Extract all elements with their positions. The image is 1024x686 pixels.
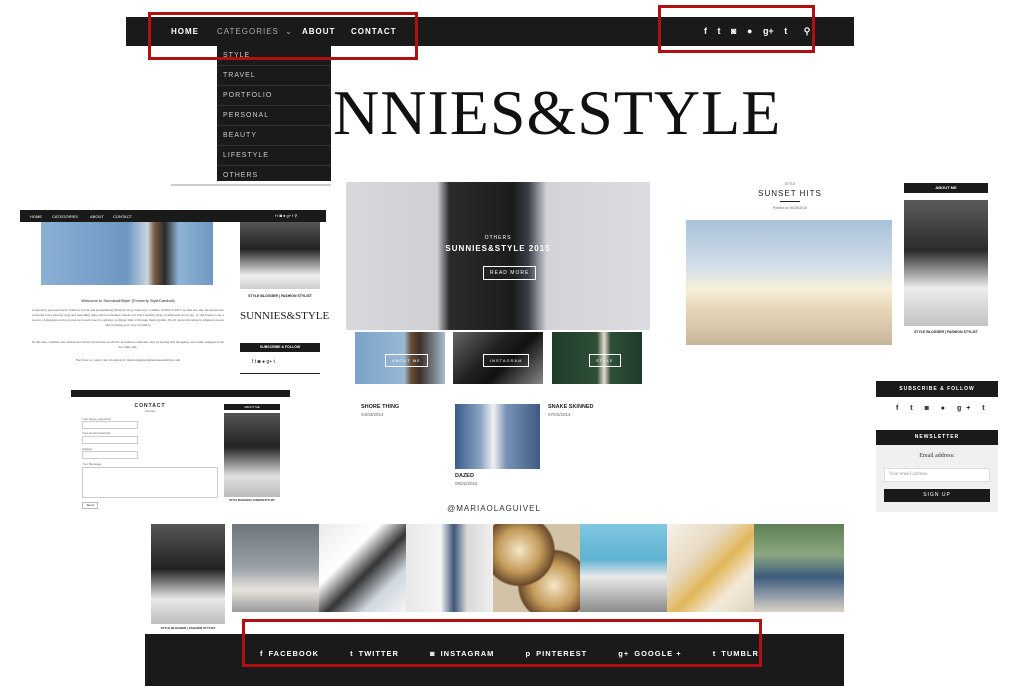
mini-sidebar-rule — [240, 373, 320, 374]
hero-category: OTHERS — [484, 235, 512, 241]
contact-field-name[interactable] — [82, 421, 138, 429]
contact-field-email-label: Your Email (required) — [82, 431, 111, 435]
tile-about-me-label: ABOUT ME — [385, 354, 428, 367]
right-post-title[interactable]: SUNSET HITS — [740, 189, 840, 198]
post-image-dazed[interactable] — [455, 404, 540, 469]
instagram-photo-1[interactable] — [232, 524, 319, 612]
contact-about-header: ABOUT ME — [224, 404, 280, 410]
mini-hero-photo — [41, 222, 213, 285]
post-title-snake-skinned[interactable]: SNAKE SKINNED — [548, 404, 594, 410]
subscribe-social-icons: f t ◙ ● g+ t — [896, 405, 990, 412]
sub-pinterest-icon[interactable]: ● — [941, 405, 950, 412]
instagram-handle[interactable]: @MARIAOLAGUIVEL — [420, 504, 568, 513]
mini-subscribe-header: SUBSCRIBE & FOLLOW — [240, 343, 320, 352]
categories-dropdown: STYLE TRAVEL PORTFOLIO PERSONAL BEAUTY L… — [217, 46, 331, 181]
contact-field-email[interactable] — [82, 436, 138, 444]
contact-field-subject[interactable] — [82, 451, 138, 459]
strip-profile-photo — [151, 524, 225, 624]
dropdown-item-beauty[interactable]: BEAUTY — [217, 126, 331, 146]
post-title-dazed[interactable]: DAZED — [455, 473, 474, 479]
strip-caption: STYLE BLOGGER | FASHION STYLIST — [160, 626, 216, 630]
mini-paragraph-2: In this site, Camille also shares her tr… — [32, 340, 224, 349]
mini-nav-categories[interactable]: CATEGORIES — [52, 214, 78, 219]
social-highlight-box — [658, 5, 815, 53]
sub-google-plus-icon[interactable]: g+ — [957, 405, 975, 412]
sub-instagram-icon[interactable]: ◙ — [925, 405, 934, 412]
contact-mini-nav — [71, 390, 290, 397]
right-post-divider — [780, 201, 800, 202]
contact-send-button[interactable]: Send — [82, 502, 98, 509]
right-post-image[interactable] — [686, 220, 892, 345]
mini-paragraph-1: A (mostly) personal style, fashion, trav… — [31, 308, 225, 327]
mini-sidebar-caption: STYLE BLOGGER | FASHION STYLIST — [248, 294, 312, 298]
tile-instagram-label: INSTAGRAM — [483, 354, 530, 367]
mini-subscribe-icons: f t ◙ ● g+ t — [252, 359, 275, 365]
mini-paragraph-3: Feel free to contact me via email at: ma… — [75, 358, 181, 362]
tile-about-me[interactable]: ABOUT ME — [355, 332, 445, 384]
right-post-date: Posted on 05/25/2015 — [772, 206, 808, 210]
mini-sidebar-photo — [240, 222, 320, 289]
hero-read-more-button[interactable]: READ MORE — [483, 266, 537, 280]
post-date-snake-skinned: 07/01/2014 — [548, 412, 571, 417]
mini-nav-contact[interactable]: CONTACT — [113, 214, 132, 219]
contact-about-caption: STYLE BLOGGER | FASHION STYLIST — [229, 499, 275, 502]
post-title-shore-thing[interactable]: SHORE THING — [361, 404, 399, 410]
contact-about-photo — [224, 413, 280, 497]
site-logo[interactable]: NNIES&STYLE — [333, 78, 781, 148]
sub-twitter-icon[interactable]: t — [910, 405, 917, 412]
mini-nav-home[interactable]: HOME — [30, 214, 42, 219]
dropdown-item-lifestyle[interactable]: LIFESTYLE — [217, 146, 331, 166]
sidebar-about-photo[interactable] — [904, 200, 988, 326]
instagram-photo-2[interactable] — [319, 524, 406, 612]
mini-nav-about[interactable]: ABOUT — [90, 214, 104, 219]
dropdown-item-others[interactable]: OTHERS — [217, 166, 331, 185]
mini-social-icons: f t ◙ ● g+ t ⚲ — [275, 213, 298, 218]
contact-mini-sub: Contact — [144, 409, 156, 413]
sidebar-about-header: ABOUT ME — [904, 183, 988, 193]
footer-highlight-box — [242, 619, 762, 667]
newsletter-email-label: Email address: — [919, 453, 955, 459]
contact-field-message[interactable] — [82, 467, 218, 498]
post-date-shore-thing: 04/03/2014 — [361, 412, 384, 417]
dropdown-item-travel[interactable]: TRAVEL — [217, 66, 331, 86]
newsletter-email-input[interactable]: Your email address — [884, 468, 990, 482]
contact-field-message-label: Your Message — [82, 462, 102, 466]
newsletter-signup-button[interactable]: SIGN UP — [884, 489, 990, 502]
right-post-category: STYLE — [784, 182, 796, 186]
instagram-photo-5[interactable] — [580, 524, 667, 612]
instagram-photo-4[interactable] — [493, 524, 580, 612]
newsletter-panel: Email address: Your email address SIGN U… — [876, 445, 998, 512]
mini-logo: SUNNIES&STYLE — [240, 310, 330, 322]
subscribe-header: SUBSCRIBE & FOLLOW — [876, 381, 998, 397]
mini-nav-bar: HOME CATEGORIES ABOUT CONTACT f t ◙ ● g+… — [20, 210, 326, 222]
dropdown-item-personal[interactable]: PERSONAL — [217, 106, 331, 126]
sub-facebook-icon[interactable]: f — [896, 405, 903, 412]
tile-style-label: STYLE — [589, 354, 621, 367]
tile-style[interactable]: STYLE — [552, 332, 642, 384]
sub-tumblr-icon[interactable]: t — [982, 405, 989, 412]
logo-underline — [171, 184, 331, 186]
hero-title: SUNNIES&STYLE 2015 — [445, 244, 551, 253]
instagram-photo-3[interactable] — [406, 524, 493, 612]
tile-instagram[interactable]: INSTAGRAM — [453, 332, 543, 384]
dropdown-item-portfolio[interactable]: PORTFOLIO — [217, 86, 331, 106]
mini-welcome-text: Welcome to Sunnies&Style! (Formerly Styl… — [81, 298, 175, 303]
post-date-dazed: 08/22/2015 — [455, 481, 478, 486]
nav-highlight-box — [148, 12, 418, 60]
instagram-photo-6[interactable] — [667, 524, 754, 612]
sidebar-about-caption: STYLE BLOGGER | FASHION STYLIST — [914, 330, 978, 334]
newsletter-header: NEWSLETTER — [876, 430, 998, 445]
hero-image[interactable]: OTHERS SUNNIES&STYLE 2015 READ MORE — [346, 182, 650, 330]
instagram-photo-7[interactable] — [754, 524, 844, 612]
